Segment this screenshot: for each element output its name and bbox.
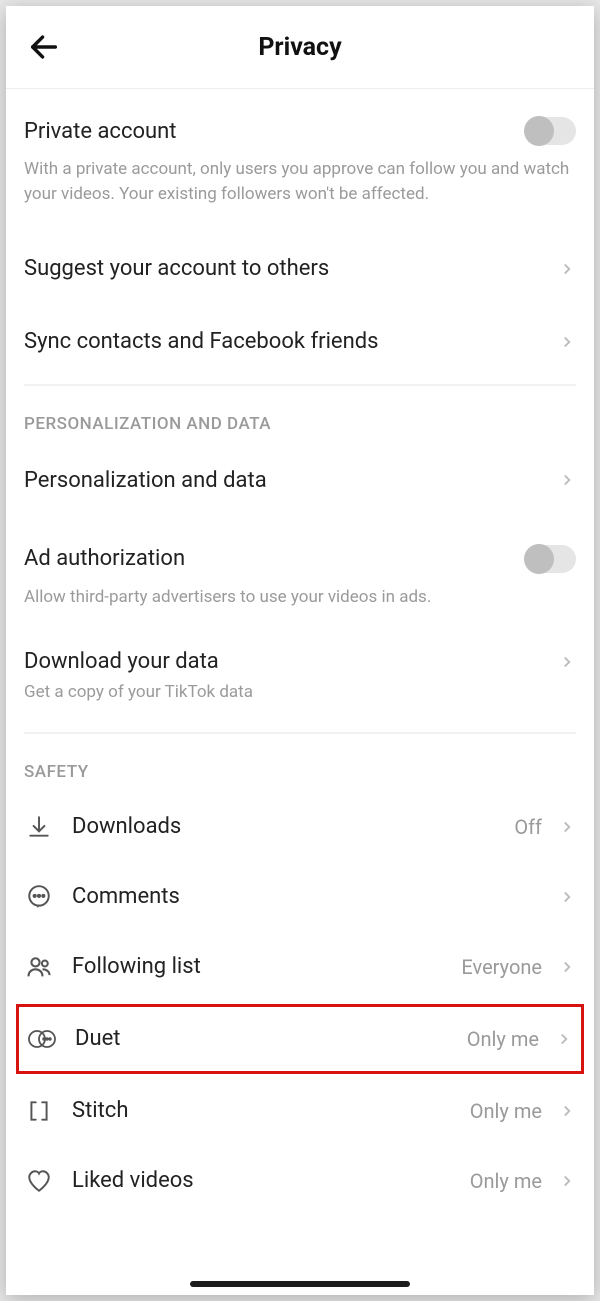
chevron-right-icon — [558, 888, 576, 906]
arrow-left-icon — [27, 30, 61, 64]
header: Privacy — [6, 6, 594, 88]
stitch-icon — [24, 1096, 54, 1126]
download-icon — [24, 812, 54, 842]
private-account-description: With a private account, only users you a… — [24, 157, 576, 232]
stitch-row[interactable]: Stitch Only me — [6, 1076, 594, 1146]
download-data-description: Get a copy of your TikTok data — [24, 682, 253, 702]
toggle-knob — [524, 116, 554, 146]
sync-contacts-row[interactable]: Sync contacts and Facebook friends — [6, 305, 594, 384]
heart-icon — [24, 1166, 54, 1196]
ad-auth-row: Ad authorization Allow third-party adver… — [6, 517, 594, 628]
duet-label: Duet — [75, 1026, 467, 1051]
suggest-account-label: Suggest your account to others — [24, 256, 548, 281]
stitch-label: Stitch — [72, 1098, 470, 1123]
private-account-toggle[interactable] — [526, 117, 576, 145]
comments-row[interactable]: Comments — [6, 862, 594, 932]
personalization-data-label: Personalization and data — [24, 468, 548, 493]
download-data-row[interactable]: Download your data Get a copy of your Ti… — [6, 627, 594, 732]
duet-value: Only me — [467, 1027, 539, 1051]
private-account-label: Private account — [24, 119, 526, 144]
liked-videos-row[interactable]: Liked videos Only me — [6, 1146, 594, 1216]
chevron-right-icon — [558, 958, 576, 976]
chevron-right-icon — [558, 1172, 576, 1190]
sync-contacts-label: Sync contacts and Facebook friends — [24, 329, 548, 354]
downloads-row[interactable]: Downloads Off — [6, 792, 594, 862]
safety-header: SAFETY — [6, 734, 594, 792]
people-icon — [24, 952, 54, 982]
downloads-value: Off — [514, 815, 542, 839]
comments-label: Comments — [72, 884, 548, 909]
page-title: Privacy — [258, 33, 341, 62]
personalization-header: PERSONALIZATION AND DATA — [6, 386, 594, 444]
duet-row[interactable]: Duet Only me — [16, 1004, 584, 1074]
toggle-knob — [524, 544, 554, 574]
chevron-right-icon — [555, 1030, 573, 1048]
private-account-row: Private account — [24, 89, 576, 149]
chevron-right-icon — [558, 333, 576, 351]
chevron-right-icon — [558, 1102, 576, 1120]
back-button[interactable] — [24, 27, 64, 67]
ad-authorization-toggle[interactable] — [526, 545, 576, 573]
suggest-account-row[interactable]: Suggest your account to others — [6, 232, 594, 305]
comment-icon — [24, 882, 54, 912]
stitch-value: Only me — [470, 1099, 542, 1123]
chevron-right-icon — [558, 471, 576, 489]
liked-videos-label: Liked videos — [72, 1168, 470, 1193]
following-list-label: Following list — [72, 954, 461, 979]
following-list-value: Everyone — [461, 955, 542, 979]
private-account-section: Private account With a private account, … — [6, 89, 594, 232]
personalization-data-row[interactable]: Personalization and data — [6, 444, 594, 517]
ad-auth-header-row: Ad authorization — [24, 517, 576, 577]
chevron-right-icon — [558, 653, 576, 671]
ad-authorization-label: Ad authorization — [24, 546, 526, 571]
home-indicator — [190, 1281, 410, 1287]
following-list-row[interactable]: Following list Everyone — [6, 932, 594, 1002]
chevron-right-icon — [558, 260, 576, 278]
chevron-right-icon — [558, 818, 576, 836]
liked-videos-value: Only me — [470, 1169, 542, 1193]
downloads-label: Downloads — [72, 814, 514, 839]
ad-authorization-description: Allow third-party advertisers to use you… — [24, 585, 576, 628]
download-data-label: Download your data — [24, 649, 548, 674]
duet-icon — [27, 1024, 57, 1054]
privacy-screen: Privacy Private account With a private a… — [6, 6, 594, 1295]
